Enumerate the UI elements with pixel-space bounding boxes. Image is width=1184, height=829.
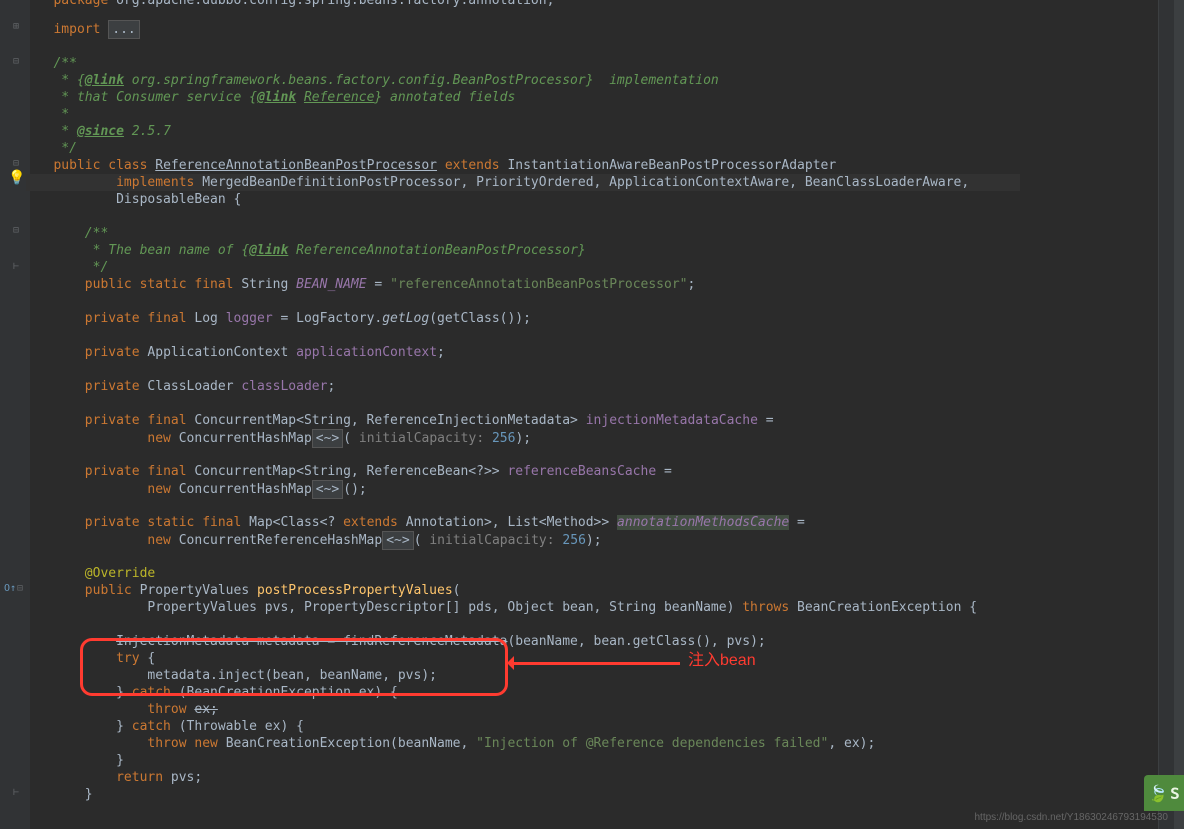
code-text: import <box>53 22 108 37</box>
code-text: throw new BeanCreationException(beanName… <box>30 735 875 752</box>
code-text: metadata.inject(bean, beanName, pvs); <box>30 667 437 684</box>
diamond-fold[interactable]: <~> <box>312 429 343 448</box>
javadoc: * {@link org.springframework.beans.facto… <box>30 72 719 89</box>
code-text: new ConcurrentHashMap<~>(); <box>30 480 367 497</box>
code-text: return pvs; <box>30 769 202 786</box>
code-text: throw ex; <box>30 701 218 718</box>
class-declaration: public class ReferenceAnnotationBeanPost… <box>30 157 836 174</box>
field-decl: private final ConcurrentMap<String, Refe… <box>30 463 672 480</box>
code-text: package <box>53 0 108 8</box>
editor-container: ⊞ ⊟ ⊟ 💡 ⊟ ⊢ O↑ ⊟ ⊢ package org.apache.du… <box>0 0 1184 829</box>
code-text: } <box>30 786 93 803</box>
fold-indicator[interactable]: ... <box>108 20 139 39</box>
code-text: } catch (BeanCreationException ex) { <box>30 684 398 701</box>
diamond-fold[interactable]: <~> <box>382 531 413 550</box>
code-text: } catch (Throwable ex) { <box>30 718 304 735</box>
code-text: PropertyValues pvs, PropertyDescriptor[]… <box>30 599 977 616</box>
fold-collapse-icon[interactable]: ⊟ <box>14 580 26 597</box>
lightbulb-icon[interactable]: 💡 <box>8 170 25 187</box>
code-area[interactable]: package org.apache.dubbo.config.spring.b… <box>30 0 1158 829</box>
code-text: InjectionMetadata metadata = findReferen… <box>30 633 766 650</box>
field-decl: private final ConcurrentMap<String, Refe… <box>30 412 774 429</box>
javadoc: * @since 2.5.7 <box>30 123 171 140</box>
javadoc: /** <box>30 225 108 242</box>
field-decl: public static final String BEAN_NAME = "… <box>30 276 695 293</box>
code-text: new ConcurrentHashMap<~>( initialCapacit… <box>30 429 531 446</box>
annotation: @Override <box>30 565 155 582</box>
scrollbar[interactable] <box>1174 0 1184 829</box>
javadoc: /** <box>30 55 77 72</box>
field-decl: private final Log logger = LogFactory.ge… <box>30 310 531 327</box>
code-text: try { <box>30 650 155 667</box>
implements-line: implements MergedBeanDefinitionPostProce… <box>26 174 1020 191</box>
method-decl: public PropertyValues postProcessPropert… <box>30 582 461 599</box>
diamond-fold[interactable]: <~> <box>312 480 343 499</box>
field-decl: private ApplicationContext applicationCo… <box>30 344 445 361</box>
javadoc: * <box>30 106 69 123</box>
fold-end-icon[interactable]: ⊢ <box>10 258 22 275</box>
code-text: org.apache.dubbo.config.spring.beans.fac… <box>108 0 554 8</box>
minimap[interactable] <box>1158 0 1174 829</box>
code-text: DisposableBean { <box>30 191 241 208</box>
annotation-arrow <box>510 662 680 665</box>
watermark-text: https://blog.csdn.net/Y18630246793194530 <box>975 809 1169 826</box>
corner-badge[interactable]: 🍃S <box>1144 775 1184 811</box>
gutter: ⊞ ⊟ ⊟ 💡 ⊟ ⊢ O↑ ⊟ ⊢ <box>0 0 30 829</box>
fold-expand-icon[interactable]: ⊞ <box>10 18 22 35</box>
code-text: new ConcurrentReferenceHashMap<~>( initi… <box>30 531 602 548</box>
javadoc: */ <box>30 140 77 157</box>
fold-collapse-icon[interactable]: ⊟ <box>10 222 22 239</box>
field-decl: private static final Map<Class<? extends… <box>30 514 805 531</box>
javadoc: * that Consumer service {@link Reference… <box>30 89 515 106</box>
annotation-label: 注入bean <box>688 652 756 669</box>
fold-collapse-icon[interactable]: ⊟ <box>10 53 22 70</box>
javadoc: */ <box>30 259 108 276</box>
javadoc: * The bean name of {@link ReferenceAnnot… <box>30 242 586 259</box>
code-text: } <box>30 752 124 769</box>
field-decl: private ClassLoader classLoader; <box>30 378 335 395</box>
fold-end-icon[interactable]: ⊢ <box>10 784 22 801</box>
